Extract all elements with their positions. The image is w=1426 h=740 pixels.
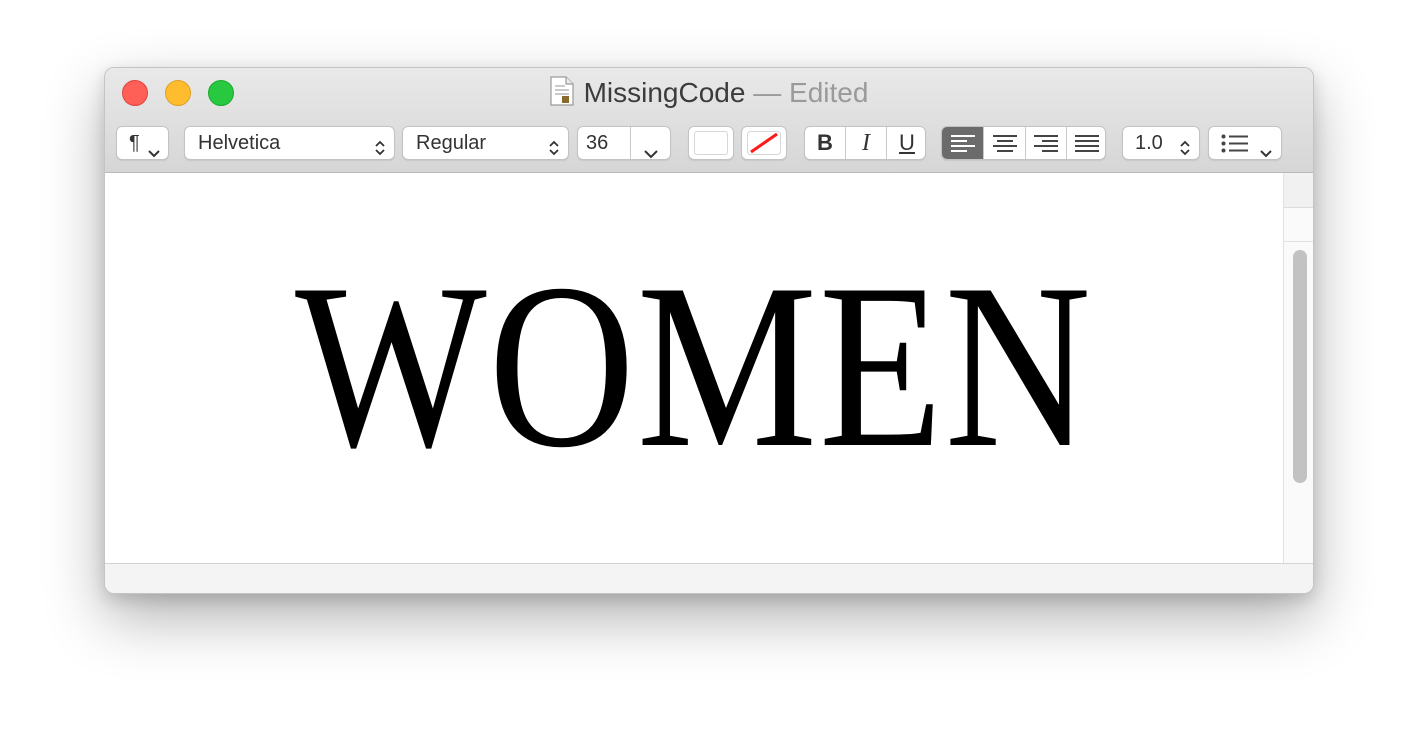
document-icon[interactable]	[549, 76, 574, 113]
bold-button[interactable]: B	[805, 127, 845, 159]
scroll-thumb[interactable]	[1293, 250, 1307, 483]
align-right-button[interactable]	[1026, 127, 1066, 159]
align-justify-icon	[1075, 135, 1099, 152]
vertical-scrollbar[interactable]	[1283, 173, 1313, 563]
align-center-button[interactable]	[984, 127, 1025, 159]
line-spacing-value: 1.0	[1135, 132, 1163, 154]
font-size-combo[interactable]: 36	[577, 126, 671, 160]
align-left-button[interactable]	[942, 127, 983, 159]
textedit-window: MissingCode — Edited ¶ Helvetica Regular	[104, 67, 1314, 594]
font-style-value: Regular	[416, 132, 487, 154]
text-editor-area[interactable]: WOMEN	[105, 173, 1283, 563]
paragraph-style-popup[interactable]: ¶	[116, 126, 169, 160]
alignment-segmented	[941, 126, 1106, 160]
chevron-down-icon[interactable]	[643, 137, 659, 169]
align-center-icon	[993, 135, 1017, 152]
align-justify-button[interactable]	[1067, 127, 1105, 159]
align-left-icon	[951, 135, 975, 152]
document-text[interactable]: WOMEN	[187, 249, 1200, 485]
title-bar: MissingCode — Edited ¶ Helvetica Regular	[105, 68, 1313, 173]
chevron-down-icon	[1259, 137, 1273, 169]
scroll-header-band	[1284, 173, 1313, 208]
font-family-popup[interactable]: Helvetica	[184, 126, 395, 160]
up-down-chevron-icon	[1179, 135, 1191, 167]
italic-button[interactable]: I	[846, 127, 886, 159]
bottom-bar	[105, 563, 1313, 593]
up-down-chevron-icon	[548, 135, 560, 167]
text-style-segmented: B I U	[804, 126, 926, 160]
chevron-down-icon	[147, 137, 161, 169]
pilcrow-icon: ¶	[129, 132, 140, 154]
underline-button[interactable]: U	[887, 127, 927, 159]
text-color-well[interactable]	[688, 126, 734, 160]
edited-indicator: — Edited	[745, 77, 869, 108]
bulleted-list-icon	[1221, 134, 1248, 153]
text-color-swatch	[694, 131, 728, 155]
scroll-header-band-2	[1284, 207, 1313, 242]
font-size-value[interactable]: 36	[586, 127, 608, 159]
document-name: MissingCode	[583, 77, 746, 108]
line-spacing-popup[interactable]: 1.0	[1122, 126, 1200, 160]
align-right-icon	[1034, 135, 1058, 152]
background-color-well[interactable]	[741, 126, 787, 160]
list-style-popup[interactable]	[1208, 126, 1282, 160]
no-color-icon	[747, 131, 781, 155]
up-down-chevron-icon	[374, 135, 386, 167]
window-title: MissingCode — Edited	[105, 76, 1313, 113]
font-family-value: Helvetica	[198, 132, 281, 154]
format-toolbar: ¶ Helvetica Regular 36 B I U 1.0	[105, 126, 1313, 162]
font-style-popup[interactable]: Regular	[402, 126, 569, 160]
